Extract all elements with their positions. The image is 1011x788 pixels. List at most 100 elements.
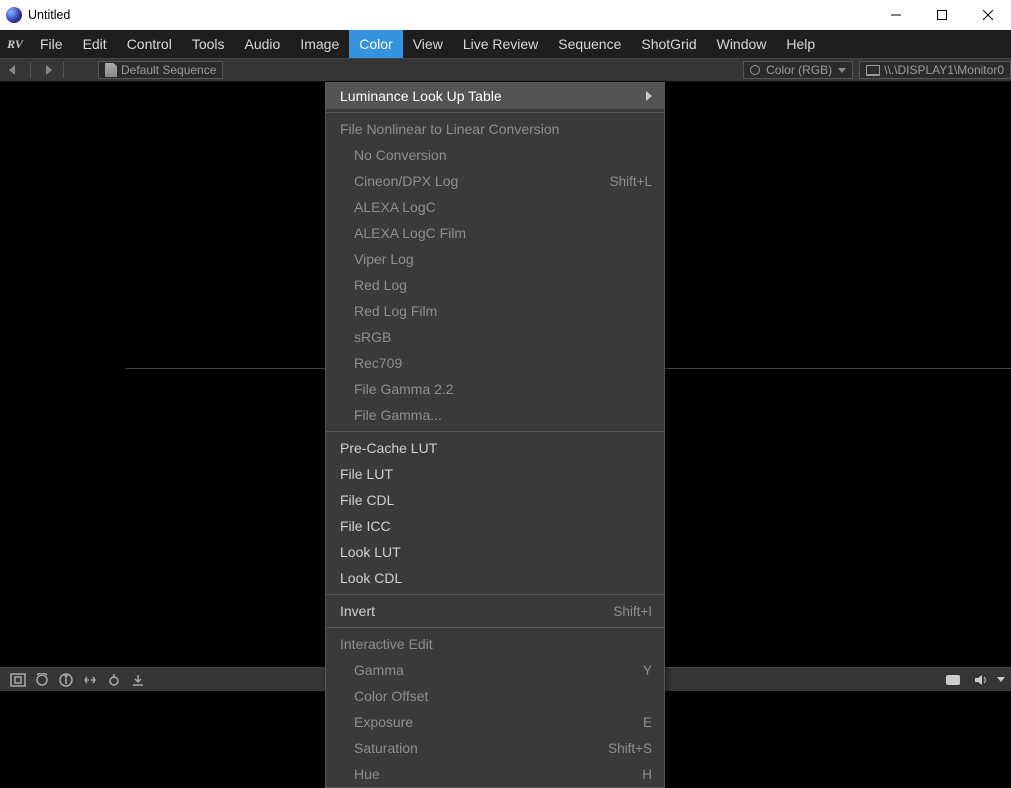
sequence-label: Default Sequence — [121, 63, 216, 77]
menu-color[interactable]: Color — [349, 30, 402, 58]
close-button[interactable] — [965, 0, 1011, 30]
menu-separator — [326, 594, 664, 595]
menu-file[interactable]: File — [30, 30, 73, 58]
nav-forward-button[interactable] — [33, 59, 61, 81]
fullscreen-button[interactable] — [941, 670, 965, 690]
monitor-icon — [866, 65, 880, 76]
color-dropdown-label: Color (RGB) — [766, 63, 832, 77]
menu-item-color-offset[interactable]: Color Offset — [326, 683, 664, 709]
toolbar: Default Sequence Color (RGB) \\.\DISPLAY… — [0, 58, 1011, 82]
nav-back-button[interactable] — [0, 59, 28, 81]
menu-sequence[interactable]: Sequence — [548, 30, 631, 58]
viewport[interactable]: Luminance Look Up Table File Nonlinear to… — [0, 82, 1011, 667]
color-channel-dropdown[interactable]: Color (RGB) — [743, 61, 853, 79]
menu-item-red-log[interactable]: Red Log — [326, 272, 664, 298]
menu-item-label: Invert — [340, 603, 613, 619]
menu-item-viper-log[interactable]: Viper Log — [326, 246, 664, 272]
document-icon — [105, 63, 117, 77]
menu-shortcut: Shift+L — [610, 174, 652, 189]
menu-item-file-gamma[interactable]: File Gamma... — [326, 402, 664, 428]
menu-item-alexa-logc[interactable]: ALEXA LogC — [326, 194, 664, 220]
menu-view[interactable]: View — [403, 30, 453, 58]
tool-sync-button[interactable] — [78, 670, 102, 690]
minimize-button[interactable] — [873, 0, 919, 30]
menu-shortcut: E — [643, 715, 652, 730]
menu-item-invert[interactable]: InvertShift+I — [326, 598, 664, 624]
menu-item-red-log-film[interactable]: Red Log Film — [326, 298, 664, 324]
menu-shotgrid[interactable]: ShotGrid — [631, 30, 706, 58]
menu-item-label: Color Offset — [354, 688, 652, 704]
menu-image[interactable]: Image — [290, 30, 349, 58]
menu-item-label: Red Log — [354, 277, 652, 293]
display-label: \\.\DISPLAY1\Monitor0 — [884, 63, 1004, 77]
chevron-down-icon — [838, 68, 846, 73]
maximize-button[interactable] — [919, 0, 965, 30]
menu-item-label: Red Log Film — [354, 303, 652, 319]
chevron-right-icon — [646, 91, 652, 101]
menu-edit[interactable]: Edit — [73, 30, 117, 58]
menu-item-look-cdl[interactable]: Look CDL — [326, 565, 664, 591]
menu-separator — [326, 627, 664, 628]
tool-zoom-button[interactable] — [30, 670, 54, 690]
menu-item-look-lut[interactable]: Look LUT — [326, 539, 664, 565]
menu-item-label: Exposure — [354, 714, 643, 730]
menu-item-pre-cache-lut[interactable]: Pre-Cache LUT — [326, 435, 664, 461]
color-menu-dropdown: Luminance Look Up Table File Nonlinear to… — [325, 82, 665, 788]
menu-item-hue[interactable]: HueH — [326, 761, 664, 787]
menu-item-label: Viper Log — [354, 251, 652, 267]
volume-button[interactable] — [969, 670, 993, 690]
menu-shortcut: Shift+S — [608, 741, 652, 756]
menu-item-label: Look LUT — [340, 544, 652, 560]
menu-item-label: ALEXA LogC Film — [354, 225, 652, 241]
menu-item-exposure[interactable]: ExposureE — [326, 709, 664, 735]
menu-item-file-cdl[interactable]: File CDL — [326, 487, 664, 513]
menu-item-label: Luminance Look Up Table — [340, 88, 646, 104]
tool-timeline-button[interactable] — [102, 670, 126, 690]
color-circle-icon — [750, 65, 760, 75]
menu-separator — [326, 112, 664, 113]
menu-window[interactable]: Window — [707, 30, 777, 58]
menu-item-label: File LUT — [340, 466, 652, 482]
menu-item-label: No Conversion — [354, 147, 652, 163]
menu-item-srgb[interactable]: sRGB — [326, 324, 664, 350]
menu-control[interactable]: Control — [117, 30, 182, 58]
menu-item-rec709[interactable]: Rec709 — [326, 350, 664, 376]
rv-logo: RV — [0, 30, 30, 58]
menu-item-cineon-dpx-log[interactable]: Cineon/DPX LogShift+L — [326, 168, 664, 194]
menu-help[interactable]: Help — [776, 30, 825, 58]
menu-shortcut: Y — [643, 663, 652, 678]
menu-shortcut: H — [642, 767, 652, 782]
menu-item-label: ALEXA LogC — [354, 199, 652, 215]
tool-export-button[interactable] — [126, 670, 150, 690]
menu-tools[interactable]: Tools — [182, 30, 235, 58]
tool-frame-button[interactable] — [6, 670, 30, 690]
menu-item-label: sRGB — [354, 329, 652, 345]
menu-live-review[interactable]: Live Review — [453, 30, 548, 58]
menu-item-no-conversion[interactable]: No Conversion — [326, 142, 664, 168]
menu-item-file-lut[interactable]: File LUT — [326, 461, 664, 487]
menu-item-gamma[interactable]: GammaY — [326, 657, 664, 683]
menu-item-alexa-logc-film[interactable]: ALEXA LogC Film — [326, 220, 664, 246]
menu-item-label: Hue — [354, 766, 642, 782]
menu-item-file-nonlinear-to-linear-conversion: File Nonlinear to Linear Conversion — [326, 116, 664, 142]
menu-item-file-gamma-2-2[interactable]: File Gamma 2.2 — [326, 376, 664, 402]
menu-item-label: Gamma — [354, 662, 643, 678]
menu-item-label: File ICC — [340, 518, 652, 534]
display-selector[interactable]: \\.\DISPLAY1\Monitor0 — [859, 61, 1011, 79]
menu-audio[interactable]: Audio — [235, 30, 291, 58]
app-icon — [6, 7, 22, 23]
menu-item-label: Rec709 — [354, 355, 652, 371]
menu-item-label: Look CDL — [340, 570, 652, 586]
titlebar: Untitled — [0, 0, 1011, 30]
menu-item-luminance-look-up-table[interactable]: Luminance Look Up Table — [326, 83, 664, 109]
menu-item-interactive-edit: Interactive Edit — [326, 631, 664, 657]
separator — [63, 62, 64, 78]
sequence-selector[interactable]: Default Sequence — [98, 61, 223, 79]
menu-item-saturation[interactable]: SaturationShift+S — [326, 735, 664, 761]
menu-item-label: Cineon/DPX Log — [354, 173, 610, 189]
separator — [30, 62, 31, 78]
window-title: Untitled — [28, 8, 873, 22]
tool-info-button[interactable] — [54, 670, 78, 690]
menu-item-file-icc[interactable]: File ICC — [326, 513, 664, 539]
menubar: RV FileEditControlToolsAudioImageColorVi… — [0, 30, 1011, 58]
